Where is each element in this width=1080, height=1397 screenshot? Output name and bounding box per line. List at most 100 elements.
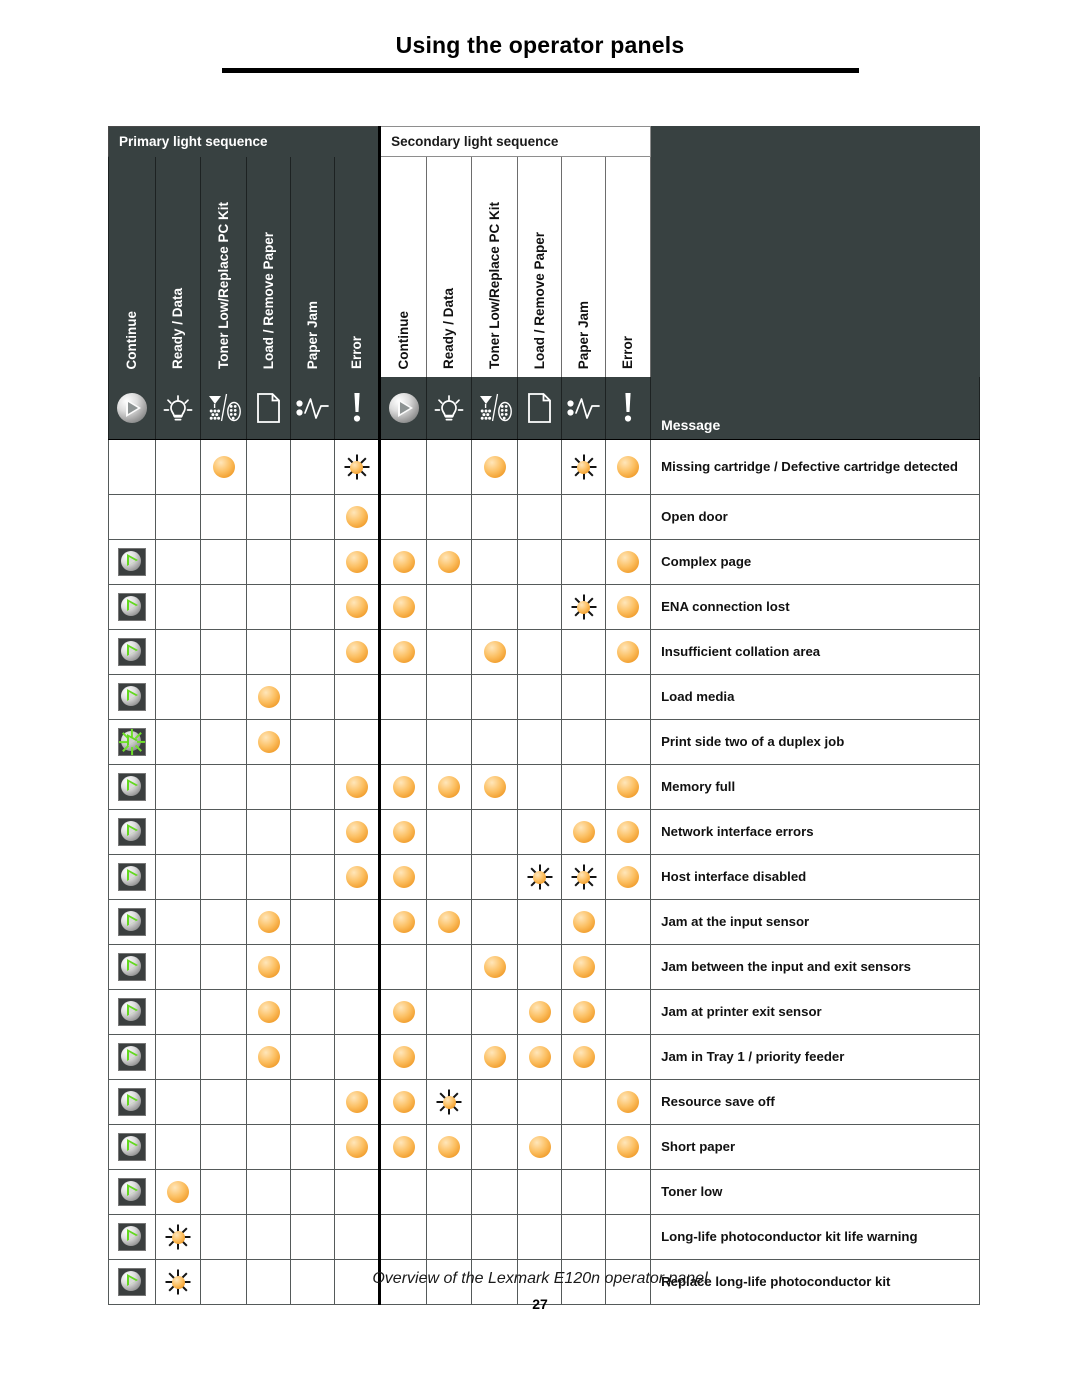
light-blinking-indicator xyxy=(571,594,597,620)
cell-secondary-jam xyxy=(561,1214,607,1260)
cell-primary-error xyxy=(333,1079,381,1125)
continue-light-on[interactable] xyxy=(118,683,146,711)
cell-secondary-toner xyxy=(471,539,519,585)
cell-primary-continue xyxy=(108,1214,156,1260)
primary-sequence-band: Primary light sequence xyxy=(107,126,382,157)
continue-light-on[interactable] xyxy=(118,773,146,801)
light-on-indicator xyxy=(167,1181,189,1203)
cell-primary-toner xyxy=(200,764,247,810)
cell-secondary-jam xyxy=(561,1034,607,1080)
message-header-label: Message xyxy=(661,417,721,433)
light-on-indicator xyxy=(483,1046,506,1068)
paper-sheet-icon xyxy=(518,391,561,425)
cell-primary-continue xyxy=(108,944,156,990)
cell-primary-jam xyxy=(290,944,335,990)
table-row: Missing cartridge / Defective cartridge … xyxy=(108,439,981,495)
cell-secondary-error xyxy=(605,899,652,945)
cell-secondary-error xyxy=(605,629,652,675)
cell-secondary-toner xyxy=(471,1169,519,1215)
continue-light-on[interactable] xyxy=(118,908,146,936)
table-row: Print side two of a duplex job xyxy=(108,719,981,765)
cell-primary-ready xyxy=(155,584,201,630)
cell-primary-ready xyxy=(155,494,201,540)
light-sequence-table: Primary light sequence Secondary light se… xyxy=(107,126,981,1305)
light-on-indicator xyxy=(617,866,640,888)
continue-light-on[interactable] xyxy=(118,953,146,981)
cell-primary-ready xyxy=(155,539,201,585)
cell-secondary-toner xyxy=(471,1079,519,1125)
paper-jam-icon xyxy=(291,391,334,425)
continue-light-on[interactable] xyxy=(118,1133,146,1161)
cell-primary-ready xyxy=(155,899,201,945)
icon-cell-secondary-load xyxy=(517,377,563,440)
cell-secondary-load xyxy=(517,989,563,1035)
cell-primary-error xyxy=(333,854,381,900)
cell-primary-toner xyxy=(200,809,247,855)
cell-secondary-jam xyxy=(561,764,607,810)
continue-light-on[interactable] xyxy=(118,1178,146,1206)
light-on-indicator xyxy=(617,641,640,663)
light-on-indicator xyxy=(572,1001,595,1023)
cell-secondary-continue xyxy=(378,854,428,900)
continue-light-on[interactable] xyxy=(118,818,146,846)
table-row: Resource save off xyxy=(108,1079,981,1125)
continue-light-on[interactable] xyxy=(118,1088,146,1116)
light-on-indicator xyxy=(257,731,280,753)
table-row: Jam at printer exit sensor xyxy=(108,989,981,1035)
cell-primary-continue xyxy=(108,1169,156,1215)
cell-secondary-load xyxy=(517,809,563,855)
light-blinking-indicator xyxy=(571,864,597,890)
cell-secondary-jam xyxy=(561,1169,607,1215)
column-header-primary-error: Error xyxy=(333,156,382,377)
cell-secondary-ready xyxy=(426,1034,473,1080)
light-on-indicator xyxy=(528,1136,551,1158)
cell-secondary-error xyxy=(605,1214,652,1260)
column-header-secondary-continue: Continue xyxy=(378,156,428,377)
light-on-indicator xyxy=(528,1001,551,1023)
column-header-primary-ready: Ready / Data xyxy=(155,156,201,377)
cell-secondary-ready xyxy=(426,854,473,900)
cell-secondary-jam xyxy=(561,1124,607,1170)
cell-primary-jam xyxy=(290,1079,335,1125)
light-on-indicator xyxy=(257,1046,280,1068)
cell-primary-load xyxy=(246,809,291,855)
continue-light-on[interactable] xyxy=(118,863,146,891)
continue-light-on[interactable] xyxy=(118,998,146,1026)
light-on-indicator xyxy=(392,866,415,888)
cell-primary-load xyxy=(246,1169,291,1215)
exclamation-icon xyxy=(606,391,650,425)
band-header-row: Primary light sequence Secondary light se… xyxy=(107,126,981,157)
continue-light-blinking[interactable] xyxy=(118,728,146,756)
column-header-primary-load: Load / Remove Paper xyxy=(246,156,291,377)
continue-light-on[interactable] xyxy=(118,1043,146,1071)
cell-secondary-ready xyxy=(426,629,473,675)
continue-light-on[interactable] xyxy=(118,638,146,666)
cell-primary-load xyxy=(246,674,291,720)
lightbulb-icon xyxy=(427,391,471,425)
continue-light-on[interactable] xyxy=(118,1223,146,1251)
cell-secondary-error xyxy=(605,809,652,855)
continue-light-on[interactable] xyxy=(118,548,146,576)
cell-secondary-ready xyxy=(426,899,473,945)
continue-light-on[interactable] xyxy=(118,593,146,621)
cell-primary-jam xyxy=(290,899,335,945)
cell-primary-error xyxy=(333,584,381,630)
light-on-indicator xyxy=(212,456,235,478)
cell-primary-error xyxy=(333,1169,381,1215)
cell-secondary-load xyxy=(517,674,563,720)
cell-secondary-ready xyxy=(426,439,473,495)
table-row: Jam in Tray 1 / priority feeder xyxy=(108,1034,981,1080)
light-on-indicator xyxy=(438,776,461,798)
cell-primary-continue xyxy=(108,539,156,585)
cell-secondary-continue xyxy=(378,944,428,990)
cell-primary-jam xyxy=(290,674,335,720)
light-on-indicator xyxy=(617,596,640,618)
cell-primary-ready xyxy=(155,854,201,900)
light-blinking-indicator xyxy=(344,454,370,480)
light-blinking-indicator xyxy=(436,1089,462,1115)
cell-primary-jam xyxy=(290,989,335,1035)
cell-primary-continue xyxy=(108,494,156,540)
cell-secondary-toner xyxy=(471,439,519,495)
light-on-indicator xyxy=(572,911,595,933)
light-on-indicator xyxy=(345,641,368,663)
